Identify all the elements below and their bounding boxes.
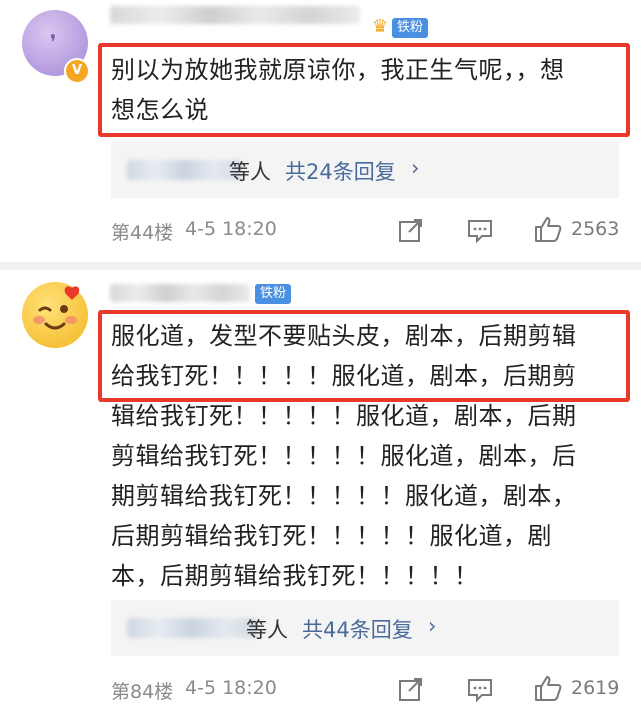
comment-icon[interactable] — [466, 216, 494, 244]
replier-names-blurred — [127, 160, 242, 180]
floor-number: 第84楼 — [111, 681, 174, 703]
share-icon[interactable] — [397, 216, 425, 244]
fan-badge: 铁粉 — [392, 18, 429, 38]
reply-preview[interactable]: 等人 共24条回复 › — [111, 142, 619, 198]
like-count: 2563 — [571, 218, 620, 240]
comment-text-line: 本，后期剪辑给我钉死！！！！！ — [111, 562, 479, 590]
comment-text-line: 想怎么说 — [111, 96, 209, 124]
comment-text-line: 辑给我钉死！！！！！服化道，剧本，后期 — [111, 402, 577, 430]
thumbs-up-icon[interactable] — [533, 673, 563, 703]
reply-suffix: 等人 — [246, 618, 288, 642]
comment-text-line: 别以为放她我就原谅你，我正生气呢，，想 — [111, 56, 565, 84]
comment-divider — [0, 262, 641, 270]
comment-text-line: 期剪辑给我钉死！！！！！服化道，剧本， — [111, 482, 577, 510]
timestamp: 4-5 18:20 — [185, 677, 277, 699]
crown-icon: ♛ — [372, 16, 389, 37]
avatar[interactable] — [22, 282, 88, 348]
comment-text-line: 剪辑给我钉死！！！！！服化道，剧本，后 — [111, 442, 577, 470]
avatar-glyph-icon: ❜ — [50, 30, 57, 54]
reply-suffix: 等人 — [229, 160, 271, 184]
reply-preview[interactable]: 等人 共44条回复 › — [111, 600, 619, 656]
chevron-right-icon: › — [411, 156, 420, 180]
replier-names-blurred — [127, 618, 257, 638]
fan-badge: 铁粉 — [255, 284, 292, 304]
username-blurred[interactable] — [110, 6, 360, 24]
reply-count-link[interactable]: 共24条回复 — [285, 156, 396, 186]
winking-face-emoji-icon — [33, 286, 80, 330]
comment-icon[interactable] — [466, 675, 494, 703]
username-blurred[interactable] — [110, 284, 250, 302]
like-count: 2619 — [571, 677, 620, 699]
chevron-right-icon: › — [428, 614, 437, 638]
comment-text-line: 服化道，发型不要贴头皮，剧本，后期剪辑 — [111, 322, 577, 350]
comment-2: 铁粉 服化道，发型不要贴头皮，剧本，后期剪辑 给我钉死！！！！！服化道，剧本，后… — [0, 270, 641, 706]
timestamp: 4-5 18:20 — [185, 218, 277, 240]
v-verified-icon: V — [64, 58, 90, 84]
comment-1: ❜ V ♛ 铁粉 别以为放她我就原谅你，我正生气呢，，想 想怎么说 等人 共24… — [0, 0, 641, 262]
reply-count-link[interactable]: 共44条回复 — [302, 614, 413, 644]
comment-text-line: 给我钉死！！！！！服化道，剧本，后期剪 — [111, 362, 577, 390]
thumbs-up-icon[interactable] — [533, 214, 563, 244]
floor-number: 第44楼 — [111, 222, 174, 244]
share-icon[interactable] — [397, 675, 425, 703]
comment-text-line: 后期剪辑给我钉死！！！！！服化道，剧 — [111, 522, 552, 550]
